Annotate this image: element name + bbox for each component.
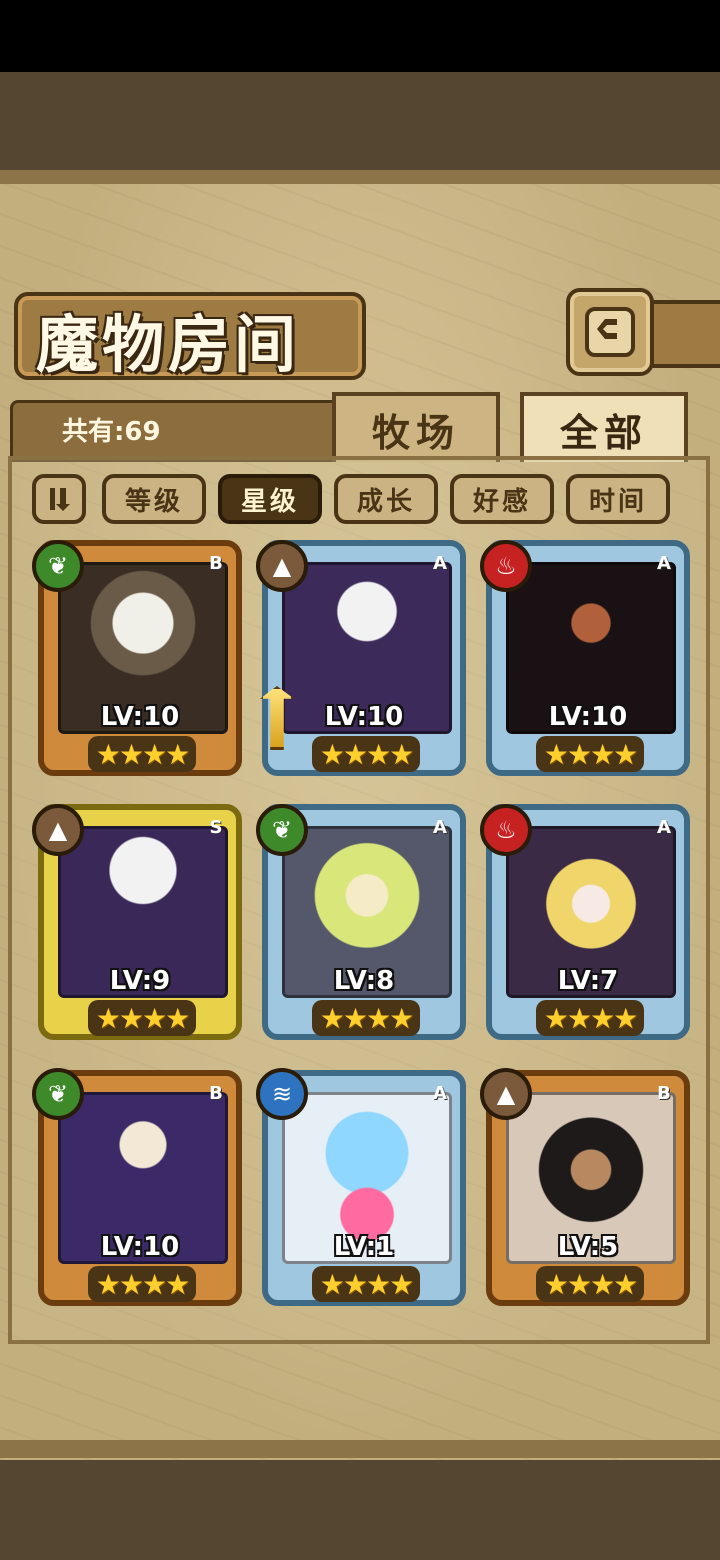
rank-badge: A (433, 553, 447, 574)
monster-level: LV:5 (557, 1232, 619, 1262)
rank-badge: A (433, 817, 447, 838)
star-rating: ★★★★ (88, 736, 196, 772)
fire-element-icon: ♨ (480, 804, 532, 856)
earth-element-icon: ▲ (480, 1068, 532, 1120)
nature-element-icon: ❦ (256, 804, 308, 856)
star-rating: ★★★★ (536, 1000, 644, 1036)
sort-affinity-button[interactable]: 好感 (450, 474, 554, 524)
back-button-mount (650, 300, 720, 368)
tab-ranch[interactable]: 牧场 (332, 392, 500, 462)
monster-level: LV:10 (548, 702, 628, 732)
back-button[interactable] (566, 288, 654, 376)
star-rating: ★★★★ (536, 736, 644, 772)
rank-badge: B (209, 1083, 223, 1104)
monster-level: LV:1 (333, 1232, 395, 1262)
sort-growth-button[interactable]: 成长 (334, 474, 438, 524)
earth-element-icon: ▲ (256, 540, 308, 592)
monster-level: LV:7 (557, 966, 619, 996)
star-rating: ★★★★ (88, 1266, 196, 1302)
sort-time-button[interactable]: 时间 (566, 474, 670, 524)
monster-level: LV:10 (100, 1232, 180, 1262)
status-bar (0, 0, 720, 72)
monster-count: 共有:69 (62, 417, 161, 447)
earth-element-icon: ▲ (32, 804, 84, 856)
rank-badge: A (433, 1083, 447, 1104)
star-rating: ★★★★ (312, 1000, 420, 1036)
star-rating: ★★★★ (312, 736, 420, 772)
bottom-map-band (0, 1460, 720, 1560)
panel-bottom-edge (0, 1440, 720, 1458)
monster-level: LV:9 (109, 966, 171, 996)
fire-element-icon: ♨ (480, 540, 532, 592)
sort-order-toggle[interactable] (32, 474, 86, 524)
rank-badge: B (209, 553, 223, 574)
star-rating: ★★★★ (312, 1266, 420, 1302)
page-title: 魔物房间 (36, 308, 301, 381)
panel-torn-edge (0, 170, 720, 184)
nature-element-icon: ❦ (32, 1068, 84, 1120)
tab-all[interactable]: 全部 (520, 392, 688, 462)
rank-badge: A (657, 817, 671, 838)
rank-badge: A (657, 553, 671, 574)
monster-level: LV:10 (324, 702, 404, 732)
rank-badge: S (209, 817, 223, 838)
monster-level: LV:10 (100, 702, 180, 732)
rank-badge: B (657, 1083, 671, 1104)
sort-stars-button[interactable]: 星级 (218, 474, 322, 524)
monster-level: LV:8 (333, 966, 395, 996)
top-map-band (0, 72, 720, 170)
sort-order-icon (50, 488, 70, 511)
star-rating: ★★★★ (88, 1000, 196, 1036)
sort-level-button[interactable]: 等级 (102, 474, 206, 524)
nature-element-icon: ❦ (32, 540, 84, 592)
water-element-icon: ≋ (256, 1068, 308, 1120)
star-rating: ★★★★ (536, 1266, 644, 1302)
back-arrow-icon (585, 307, 635, 357)
